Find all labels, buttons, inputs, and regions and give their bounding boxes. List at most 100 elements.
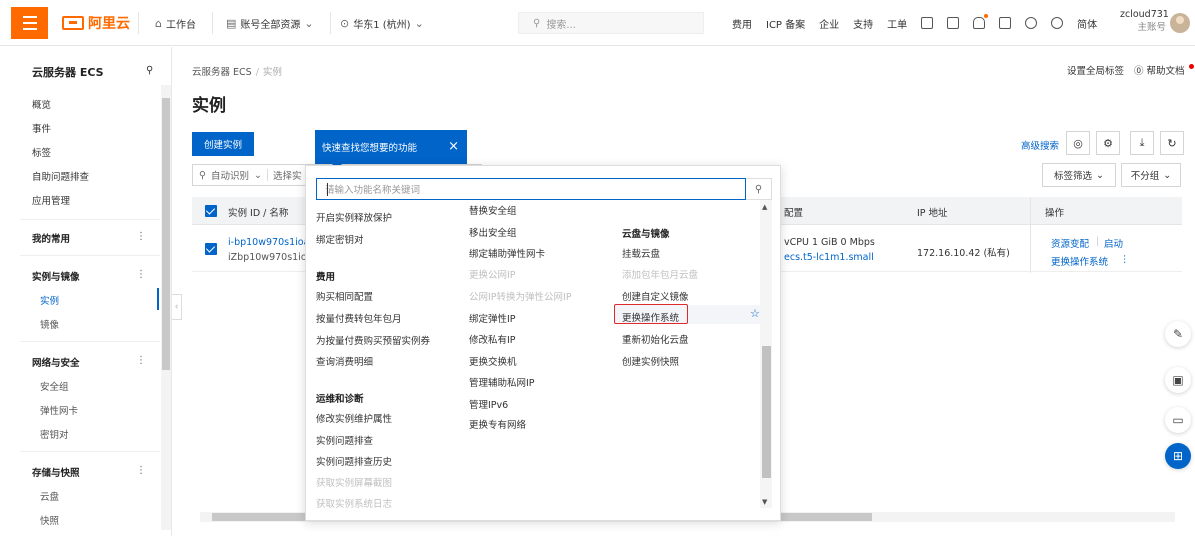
advanced-search-link[interactable]: 高级搜索: [1021, 138, 1059, 152]
more-icon[interactable]: ⋮: [1120, 254, 1130, 265]
cart-icon[interactable]: [999, 17, 1012, 29]
global-search-input[interactable]: ⚲ 搜索...: [518, 12, 704, 34]
filter-select-input[interactable]: 选择实: [273, 168, 302, 182]
refresh-icon[interactable]: ↻: [1160, 131, 1184, 155]
panel-item[interactable]: 创建自定义镜像: [622, 289, 689, 303]
panel-item[interactable]: 绑定密钥对: [316, 232, 364, 246]
avatar[interactable]: [1170, 13, 1190, 33]
menu-button[interactable]: [11, 7, 48, 39]
global-tags-link[interactable]: 设置全局标签: [1067, 63, 1124, 77]
panel-item[interactable]: 绑定辅助弹性网卡: [469, 246, 545, 260]
panel-item[interactable]: 绑定弹性IP: [469, 311, 516, 325]
panel-scroll-thumb[interactable]: [762, 346, 771, 478]
user-info[interactable]: zcloud731 主账号: [1120, 8, 1169, 34]
language-switch[interactable]: 简体: [1077, 16, 1097, 31]
workbench-link[interactable]: ⌂ 工作台: [155, 13, 196, 33]
panel-item[interactable]: 移出安全组: [469, 225, 517, 239]
sidebar-item-disks[interactable]: 云盘: [40, 489, 59, 503]
change-os-action[interactable]: 更换操作系统: [1051, 254, 1108, 268]
sidebar-item-images[interactable]: 镜像: [40, 317, 59, 331]
panel-item[interactable]: 实例问题排查历史: [316, 454, 392, 468]
aliyun-logo[interactable]: 阿里云: [62, 13, 130, 33]
help-docs-link[interactable]: ⓪ 帮助文档: [1134, 63, 1185, 77]
code-icon[interactable]: [921, 17, 934, 29]
panel-item[interactable]: 替换安全组: [469, 203, 517, 217]
column-actions: 操作: [1045, 208, 1065, 219]
sidebar-item-instances[interactable]: 实例: [40, 293, 59, 307]
sidebar-scroll-thumb[interactable]: [162, 98, 170, 370]
panel-item[interactable]: 购买相同配置: [316, 289, 373, 303]
panel-item[interactable]: 创建实例快照: [622, 354, 679, 368]
panel-item[interactable]: 查询消费明细: [316, 354, 373, 368]
panel-item[interactable]: 修改实例维护属性: [316, 411, 392, 425]
lightbulb-icon[interactable]: [1025, 17, 1038, 29]
sidebar-item-events[interactable]: 事件: [32, 121, 51, 135]
panel-item[interactable]: 为按量付费购买预留实例券: [316, 333, 430, 347]
sidebar-item-snapshots[interactable]: 快照: [40, 513, 59, 527]
enterprise-link[interactable]: 企业: [819, 16, 839, 31]
start-action[interactable]: 启动: [1104, 236, 1123, 250]
grouping-dropdown[interactable]: 不分组 ⌄: [1121, 163, 1181, 187]
instance-id-link[interactable]: i-bp10w970s1ioa6: [228, 237, 315, 248]
sidebar-group-storage-snapshots[interactable]: 存储与快照: [32, 465, 80, 479]
notes-icon[interactable]: ▣: [1165, 367, 1191, 393]
sidebar-group-favorites[interactable]: 我的常用: [32, 231, 70, 245]
account-scope-dropdown[interactable]: ▤ 账号全部资源 ⌄: [226, 13, 314, 33]
more-icon[interactable]: ⋮: [136, 269, 146, 280]
panel-item[interactable]: 挂载云盘: [622, 246, 660, 260]
star-icon[interactable]: ☆: [750, 307, 760, 320]
create-instance-button[interactable]: 创建实例: [192, 132, 254, 156]
column-ip: IP 地址: [917, 208, 948, 219]
function-search-input[interactable]: 请输入功能名称关键词: [316, 178, 746, 200]
gear-icon[interactable]: ⚙: [1096, 131, 1120, 155]
panel-item[interactable]: 更换专有网络: [469, 417, 526, 431]
more-icon[interactable]: ⋮: [136, 355, 146, 366]
support-link[interactable]: 支持: [853, 16, 873, 31]
apps-icon[interactable]: ⊞: [1165, 443, 1191, 469]
ticket-link[interactable]: 工单: [887, 16, 907, 31]
sidebar-group-instances-images[interactable]: 实例与镜像: [32, 269, 80, 283]
more-icon[interactable]: ⋮: [136, 465, 146, 476]
sidebar-item-troubleshoot[interactable]: 自助问题排查: [32, 169, 89, 183]
resize-action[interactable]: 资源变配: [1051, 236, 1089, 250]
breadcrumb-ecs[interactable]: 云服务器 ECS: [192, 67, 252, 78]
bell-icon[interactable]: [973, 14, 989, 29]
select-all-checkbox[interactable]: [205, 205, 217, 217]
more-icon[interactable]: ⋮: [136, 231, 146, 242]
sidebar-search-icon[interactable]: ⚲: [146, 65, 153, 76]
edit-icon[interactable]: ✎: [1165, 321, 1191, 347]
search-icon: ⚲: [533, 17, 541, 29]
close-icon[interactable]: ×: [448, 139, 459, 154]
scroll-up-icon[interactable]: ▲: [762, 203, 767, 211]
sidebar-group-network-security[interactable]: 网络与安全: [32, 355, 80, 369]
panel-item[interactable]: 重新初始化云盘: [622, 332, 689, 346]
chat-icon[interactable]: ▭: [1165, 407, 1191, 433]
region-dropdown[interactable]: ⊙ 华东1 (杭州) ⌄: [340, 13, 424, 33]
sidebar-item-security-groups[interactable]: 安全组: [40, 379, 69, 393]
sidebar-item-app-management[interactable]: 应用管理: [32, 193, 70, 207]
download-icon[interactable]: ⤓: [1130, 131, 1154, 155]
panel-item-disabled: 获取实例系统日志: [316, 499, 393, 510]
scroll-down-icon[interactable]: ▼: [762, 498, 767, 506]
monitor-icon[interactable]: [947, 17, 960, 29]
icp-link[interactable]: ICP 备案: [766, 16, 805, 31]
sidebar-item-keypairs[interactable]: 密钥对: [40, 427, 69, 441]
help-icon[interactable]: [1051, 17, 1064, 29]
sidebar-item-tags[interactable]: 标签: [32, 145, 51, 159]
panel-item[interactable]: 管理IPv6: [469, 397, 508, 411]
panel-item[interactable]: 实例问题排查: [316, 433, 373, 447]
sidebar-item-eni[interactable]: 弹性网卡: [40, 403, 78, 417]
panel-item[interactable]: 管理辅助私网IP: [469, 375, 535, 389]
sidebar-item-overview[interactable]: 概览: [32, 97, 51, 111]
panel-item[interactable]: 开启实例释放保护: [316, 210, 392, 224]
tag-filter-dropdown[interactable]: 标签筛选 ⌄: [1042, 163, 1116, 187]
settings-toggle-icon[interactable]: ◎: [1066, 131, 1090, 155]
filter-auto-dropdown[interactable]: 自动识别: [211, 168, 249, 182]
search-icon[interactable]: ⚲: [746, 178, 772, 200]
row-checkbox[interactable]: [205, 243, 217, 255]
panel-item[interactable]: 按量付费转包年包月: [316, 311, 402, 325]
panel-item[interactable]: 更换交换机: [469, 354, 517, 368]
panel-item[interactable]: 修改私有IP: [469, 332, 516, 346]
instance-type-link[interactable]: ecs.t5-lc1m1.small: [784, 252, 874, 263]
fee-link[interactable]: 费用: [732, 16, 752, 31]
